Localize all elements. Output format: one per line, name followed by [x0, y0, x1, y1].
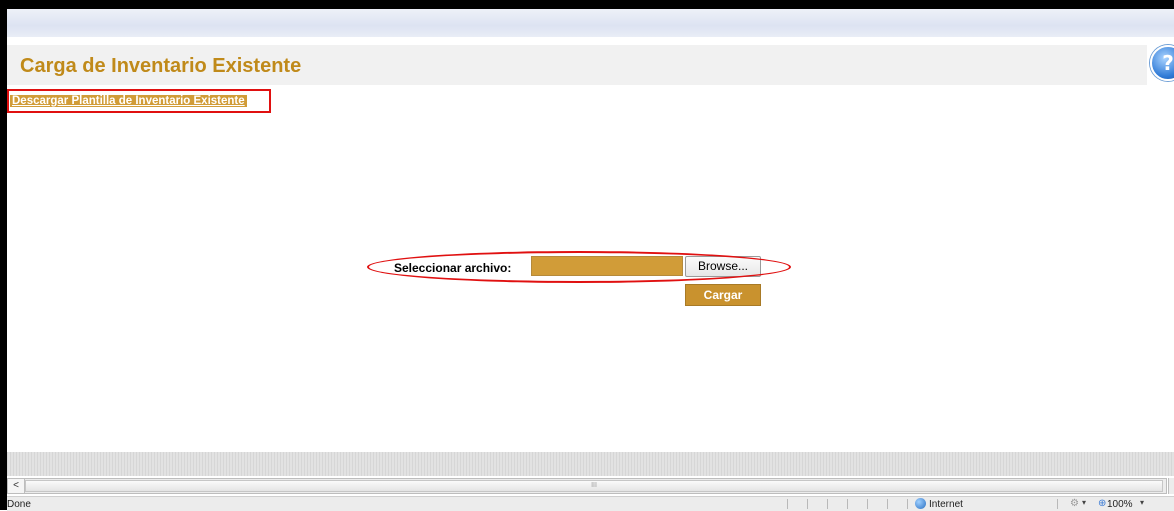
- horizontal-scrollbar[interactable]: < III: [7, 478, 1167, 494]
- security-zone-label: Internet: [929, 499, 963, 510]
- status-divider: [807, 499, 808, 509]
- status-bar: Done Internet ⚙ ▾ ⊕ 100% ▾: [7, 496, 1174, 511]
- page-title-bar: Carga de Inventario Existente: [7, 45, 1147, 85]
- zoom-icon[interactable]: ⊕: [1098, 498, 1106, 509]
- window-frame-top: [0, 0, 1174, 9]
- zoom-level[interactable]: 100%: [1107, 499, 1133, 510]
- scroll-thumb[interactable]: III: [25, 480, 1163, 492]
- status-divider: [1057, 499, 1058, 509]
- browser-top-band: [7, 9, 1174, 37]
- upload-button[interactable]: Cargar: [685, 284, 761, 306]
- scroll-left-arrow-icon[interactable]: <: [8, 479, 25, 493]
- highlight-rectangle: [7, 89, 271, 113]
- scroll-right-edge: [1168, 478, 1174, 494]
- status-divider: [787, 499, 788, 509]
- chevron-down-icon[interactable]: ▾: [1140, 498, 1144, 507]
- page-title: Carga de Inventario Existente: [20, 55, 302, 77]
- status-divider: [847, 499, 848, 509]
- window-frame-left: [0, 0, 7, 510]
- status-divider: [887, 499, 888, 509]
- help-icon[interactable]: ?: [1150, 45, 1174, 81]
- highlight-ellipse: [367, 251, 791, 283]
- status-divider: [867, 499, 868, 509]
- status-divider: [827, 499, 828, 509]
- status-text: Done: [7, 499, 31, 510]
- page-footer-band: [7, 452, 1174, 476]
- status-divider: [907, 499, 908, 509]
- protected-mode-icon[interactable]: ⚙: [1070, 498, 1079, 509]
- chevron-down-icon[interactable]: ▾: [1082, 498, 1086, 507]
- globe-icon: [915, 498, 926, 509]
